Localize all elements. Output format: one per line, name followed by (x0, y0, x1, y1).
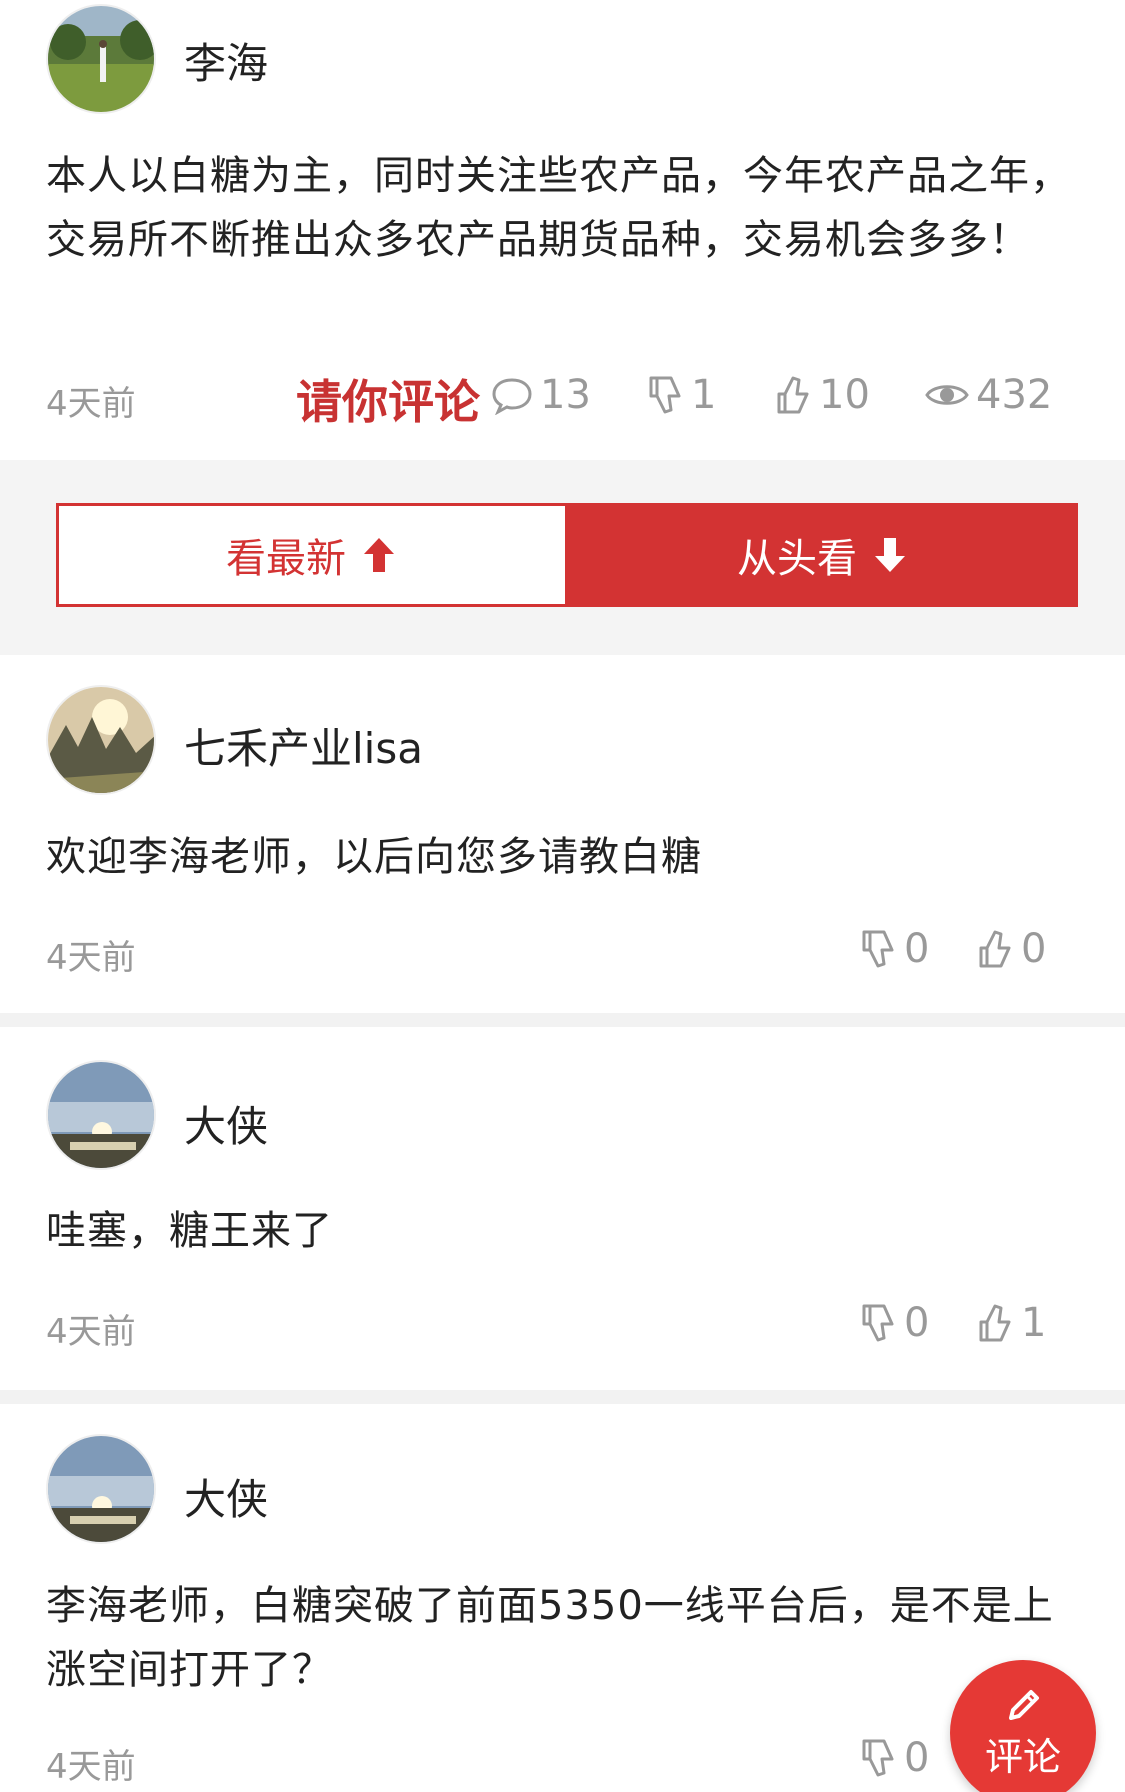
avatar[interactable] (46, 4, 156, 114)
comment-text: 李海老师，白糖突破了前面5350一线平台后，是不是上涨空间打开了？ (46, 1583, 1054, 1693)
arrow-up-icon (364, 538, 394, 572)
sort-newest-button[interactable]: 看最新 (56, 503, 568, 607)
main-post: 李海 本人以白糖为主，同时关注些农产品，今年农产品之年，交易所不断推出众多农产品… (0, 0, 1125, 460)
view-count-value: 432 (976, 372, 1053, 418)
eye-icon (925, 385, 969, 405)
like-button[interactable]: 10 (773, 372, 870, 418)
dislike-button[interactable]: 0 (858, 926, 929, 972)
thumbs-up-icon (979, 1304, 1011, 1342)
sort-newest-label: 看最新 (226, 536, 346, 582)
dislike-count: 1 (691, 372, 717, 418)
dislike-count: 0 (904, 1300, 930, 1346)
post-text: 本人以白糖为主，同时关注些农产品，今年农产品之年，交易所不断推出众多农产品期货品… (46, 153, 1071, 263)
thumbs-down-icon (649, 376, 681, 414)
pencil-icon (1009, 1689, 1039, 1720)
thumbs-down-icon (862, 930, 894, 968)
dislike-button[interactable]: 1 (645, 372, 716, 418)
comment-time: 4天前 (46, 938, 136, 978)
comment-text: 哇塞，糖王来了 (46, 1208, 333, 1254)
avatar[interactable] (46, 1060, 156, 1170)
avatar[interactable] (46, 685, 156, 795)
comment-item: 大侠 哇塞，糖王来了 4天前 0 1 (0, 1027, 1125, 1390)
dislike-count: 0 (904, 926, 930, 972)
thumbs-down-icon (862, 1739, 894, 1777)
dislike-button[interactable]: 0 (858, 1735, 929, 1781)
post-time: 4天前 (46, 384, 136, 424)
sort-bar: 看最新 从头看 (0, 460, 1125, 655)
thumbs-up-icon (777, 376, 809, 414)
like-count: 10 (819, 372, 870, 418)
username[interactable]: 七禾产业lisa (184, 715, 423, 776)
invite-comment-link[interactable]: 请你评论 (296, 366, 480, 432)
comment-item: 七禾产业lisa 欢迎李海老师，以后向您多请教白糖 4天前 0 0 (0, 655, 1125, 1013)
comment-time: 4天前 (46, 1747, 136, 1787)
username[interactable]: 大侠 (184, 1093, 268, 1154)
dislike-count: 0 (904, 1735, 930, 1781)
comment-time: 4天前 (46, 1312, 136, 1352)
write-comment-label: 评论 (984, 1734, 1061, 1779)
thumbs-up-icon (979, 930, 1011, 968)
sort-oldest-button[interactable]: 从头看 (568, 503, 1078, 607)
comment-count[interactable]: 13 (490, 372, 591, 418)
like-count: 1 (1021, 1300, 1047, 1346)
dislike-button[interactable]: 0 (858, 1300, 929, 1346)
sort-oldest-label: 从头看 (737, 536, 857, 582)
comment-text: 欢迎李海老师，以后向您多请教白糖 (46, 834, 702, 880)
divider (0, 1390, 1125, 1404)
avatar[interactable] (46, 1434, 156, 1544)
divider (0, 1013, 1125, 1027)
username[interactable]: 大侠 (184, 1466, 268, 1527)
thumbs-down-icon (862, 1304, 894, 1342)
like-button[interactable]: 1 (975, 1300, 1046, 1346)
arrow-down-icon (875, 538, 905, 572)
like-button[interactable]: 0 (975, 926, 1046, 972)
view-count: 432 (924, 372, 1052, 418)
comment-count-value: 13 (540, 372, 591, 418)
username[interactable]: 李海 (184, 30, 268, 91)
like-count: 0 (1021, 926, 1047, 972)
comment-icon (492, 378, 532, 415)
